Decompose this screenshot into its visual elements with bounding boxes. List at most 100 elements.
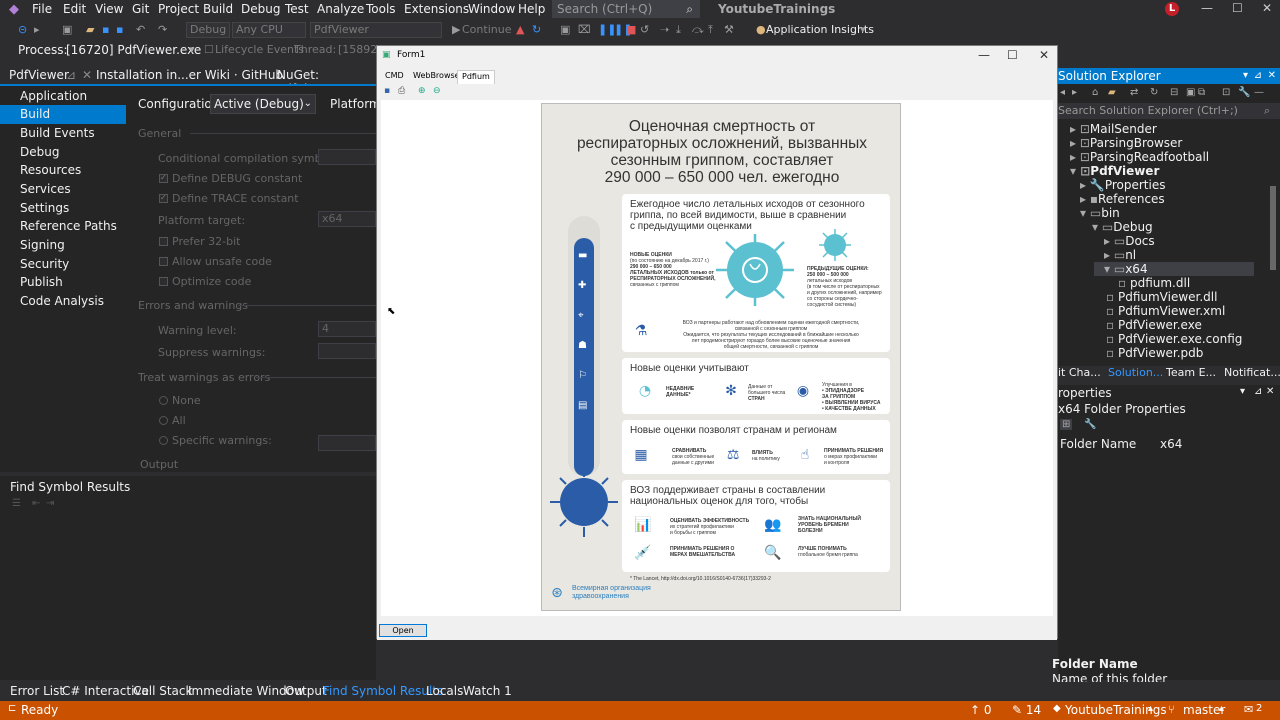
forward-icon[interactable]: ▸ bbox=[34, 23, 40, 36]
tree-item-pdfviewer-pdb[interactable]: ▫ PdfViewer.pdb bbox=[1106, 346, 1203, 360]
pin-icon[interactable]: ⊿ bbox=[66, 68, 76, 82]
wrench-icon[interactable]: 🔧 bbox=[1084, 419, 1096, 430]
tree-item-debug[interactable]: ▾ ▭Debug bbox=[1092, 220, 1153, 234]
back-icon[interactable]: ⊝ bbox=[18, 23, 27, 36]
continue-button[interactable]: Continue bbox=[462, 23, 511, 36]
menu-test[interactable]: Test bbox=[285, 2, 309, 16]
nav-signing[interactable]: Signing bbox=[0, 236, 126, 255]
step-into-icon[interactable]: ⤓ bbox=[676, 23, 681, 37]
nav-services[interactable]: Services bbox=[0, 180, 126, 199]
filter-icon[interactable]: ⊡ bbox=[1222, 87, 1230, 98]
optimize-checkbox[interactable] bbox=[159, 277, 168, 286]
save-all-icon[interactable]: ▪ bbox=[116, 23, 123, 36]
new-item-icon[interactable]: ▣ bbox=[62, 23, 72, 36]
define-trace-checkbox[interactable]: ✓ bbox=[159, 193, 168, 203]
categorized-icon[interactable]: ⊞ bbox=[1060, 419, 1073, 430]
menu-project[interactable]: Project bbox=[158, 2, 199, 16]
tab-team-explorer[interactable]: Team E... bbox=[1166, 366, 1216, 379]
tree-item-x64[interactable]: ▾ ▭x64 bbox=[1094, 262, 1254, 276]
nav-debug[interactable]: Debug bbox=[0, 143, 126, 162]
menu-view[interactable]: View bbox=[95, 2, 123, 16]
tree-item-pdfviewer-exe-config[interactable]: ▫ PdfViewer.exe.config bbox=[1106, 332, 1242, 346]
tree-item-pdfiumviewer-dll[interactable]: ▫ PdfiumViewer.dll bbox=[1106, 290, 1217, 304]
tab-cmd[interactable]: CMD bbox=[381, 70, 408, 84]
tab-pdfium[interactable]: Pdfium bbox=[457, 70, 495, 84]
tab-solution-explorer[interactable]: Solution... bbox=[1108, 366, 1163, 379]
startup-project-select[interactable]: PdfViewer bbox=[310, 22, 442, 38]
nav-publish[interactable]: Publish bbox=[0, 273, 126, 292]
platform-target-select[interactable]: x64 bbox=[318, 211, 376, 227]
tree-item-pdfiumviewer-xml[interactable]: ▫ PdfiumViewer.xml bbox=[1106, 304, 1225, 318]
close-icon[interactable]: ✕ bbox=[1039, 48, 1049, 62]
tab-installation-wiki[interactable]: Installation in...er Wiki · GitHub bbox=[96, 68, 283, 82]
nav-build[interactable]: Build bbox=[0, 105, 126, 124]
tree-item-pdfviewer-exe[interactable]: ▫ PdfViewer.exe bbox=[1106, 318, 1202, 332]
search-input[interactable]: Search (Ctrl+Q) ⌕ bbox=[552, 0, 700, 18]
maximize-icon[interactable]: ☐ bbox=[1007, 48, 1018, 62]
folder-icon[interactable]: ▰ bbox=[1108, 87, 1116, 98]
nav-resources[interactable]: Resources bbox=[0, 161, 126, 180]
user-avatar[interactable]: L bbox=[1165, 2, 1179, 16]
menu-build[interactable]: Build bbox=[203, 2, 233, 16]
warning-level-select[interactable]: 4 bbox=[318, 321, 376, 337]
tab-output[interactable]: Output bbox=[285, 684, 327, 698]
menu-debug[interactable]: Debug bbox=[241, 2, 280, 16]
chevron-down-icon[interactable]: ▾ bbox=[860, 23, 866, 36]
list-view-icon[interactable]: ☰ bbox=[12, 498, 21, 509]
next-icon[interactable]: ⇥ bbox=[46, 498, 54, 509]
configuration-select[interactable]: Active (Debug) ⌄ bbox=[210, 94, 316, 114]
save-icon[interactable]: ▪ bbox=[102, 23, 109, 36]
restart-icon[interactable]: ↻ bbox=[532, 23, 541, 36]
back-icon[interactable]: ◂ bbox=[1060, 87, 1065, 98]
unsafe-checkbox[interactable] bbox=[159, 257, 168, 266]
dropdown-icon[interactable]: ▾ bbox=[1240, 386, 1245, 397]
nav-settings[interactable]: Settings bbox=[0, 199, 126, 218]
menu-help[interactable]: Help bbox=[518, 2, 545, 16]
minus-icon[interactable]: — bbox=[1254, 87, 1264, 98]
prefer32-checkbox[interactable] bbox=[159, 237, 168, 246]
tree-item-properties[interactable]: ▸ 🔧Properties bbox=[1080, 178, 1165, 192]
close-tab-icon[interactable]: ✕ bbox=[82, 68, 92, 82]
hot-reload-icon[interactable]: ▲ bbox=[516, 23, 524, 36]
solution-search-input[interactable]: Search Solution Explorer (Ctrl+;) ⌕ bbox=[1058, 103, 1280, 119]
cond-symbols-input[interactable] bbox=[318, 149, 376, 165]
tree-item-parsingbrowser[interactable]: ▸ ⊡ParsingBrowser bbox=[1070, 136, 1182, 150]
zoom-in-icon[interactable]: ⊕ bbox=[418, 86, 426, 96]
lifecycle-events-button[interactable]: Lifecycle Events bbox=[215, 43, 304, 56]
home-icon[interactable]: ⌂ bbox=[1092, 87, 1098, 98]
tab-notifications[interactable]: Notificat... bbox=[1224, 366, 1280, 379]
show-all-icon[interactable]: ▣ bbox=[1186, 87, 1195, 98]
property-value[interactable]: x64 bbox=[1160, 437, 1182, 451]
open-file-icon[interactable]: ▰ bbox=[86, 23, 94, 36]
stop-icon[interactable]: ■ bbox=[626, 23, 636, 36]
copy-icon[interactable]: ⧉ bbox=[1198, 87, 1205, 98]
step-over-icon[interactable]: ⤼ bbox=[692, 23, 704, 37]
tree-item-pdfviewer[interactable]: ▾ ⊡PdfViewer bbox=[1070, 164, 1159, 178]
process-select[interactable]: [16720] PdfViewer.exe bbox=[66, 43, 201, 57]
menu-analyze[interactable]: Analyze bbox=[317, 2, 364, 16]
browser-link-icon[interactable]: ▣ bbox=[560, 23, 570, 36]
specific-warnings-input[interactable] bbox=[318, 435, 376, 451]
print-icon[interactable]: ⎙ bbox=[398, 86, 405, 96]
tab-call-stack[interactable]: Call Stack bbox=[133, 684, 192, 698]
maximize-icon[interactable]: ☐ bbox=[1232, 1, 1243, 15]
undo-icon[interactable]: ↶ bbox=[136, 23, 145, 36]
tab-error-list[interactable]: Error List bbox=[10, 684, 64, 698]
tab-locals[interactable]: Locals bbox=[426, 684, 463, 698]
collapse-icon[interactable]: ⊟ bbox=[1170, 87, 1178, 98]
tree-item-nl[interactable]: ▸ ▭nl bbox=[1104, 248, 1136, 262]
close-icon[interactable]: ✕ bbox=[1262, 1, 1272, 15]
nav-security[interactable]: Security bbox=[0, 255, 126, 274]
continue-icon[interactable]: ▶ bbox=[452, 23, 460, 36]
menu-file[interactable]: File bbox=[32, 2, 52, 16]
nav-reference-paths[interactable]: Reference Paths bbox=[0, 217, 126, 236]
nav-build-events[interactable]: Build Events bbox=[0, 124, 126, 143]
pending-changes[interactable]: ↑ 0 bbox=[970, 703, 992, 717]
nav-code-analysis[interactable]: Code Analysis bbox=[0, 292, 126, 311]
close-icon[interactable]: ✕ bbox=[1266, 386, 1274, 397]
thread-select[interactable]: [15892 bbox=[338, 43, 377, 56]
tree-item-parsingreadfootball[interactable]: ▸ ⊡ParsingReadfootball bbox=[1070, 150, 1209, 164]
redo-icon[interactable]: ↷ bbox=[158, 23, 167, 36]
application-insights-button[interactable]: Application Insights bbox=[766, 23, 874, 36]
chevron-down-icon[interactable]: ▾ bbox=[189, 43, 195, 56]
